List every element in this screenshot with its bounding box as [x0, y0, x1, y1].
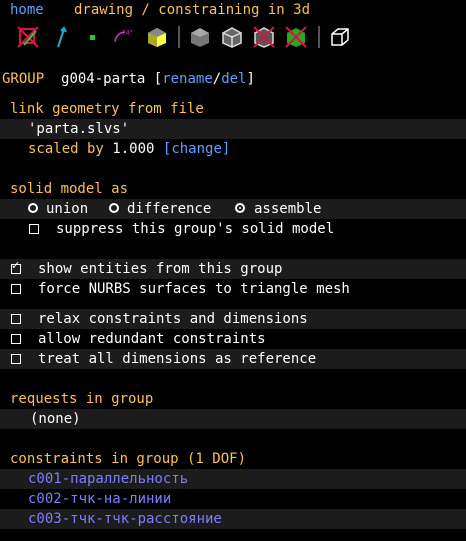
- bracket: [: [153, 71, 163, 87]
- difference-label[interactable]: difference: [127, 199, 211, 219]
- relax-checkbox[interactable]: [11, 314, 21, 324]
- link-geometry-heading: link geometry from file: [10, 101, 204, 117]
- linked-file-name: 'parta.slvs': [28, 121, 130, 137]
- angle-icon[interactable]: 74°: [112, 25, 136, 49]
- allow-redundant-label[interactable]: allow redundant constraints: [38, 329, 266, 349]
- separator: /: [212, 71, 222, 87]
- delete-link[interactable]: del: [221, 71, 246, 87]
- rename-link[interactable]: rename: [162, 71, 213, 87]
- shaded-icon[interactable]: [145, 25, 169, 49]
- scale-row: scaled by 1.000 [change]: [28, 139, 230, 159]
- points-icon[interactable]: [82, 25, 106, 49]
- union-label[interactable]: union: [46, 199, 88, 219]
- treat-reference-checkbox[interactable]: [11, 354, 21, 364]
- group-header: GROUP g004-parta [rename/del]: [2, 69, 255, 89]
- normals-icon[interactable]: [50, 25, 74, 49]
- constraints-heading: constraints in group (1 DOF): [10, 451, 247, 467]
- constraint-item[interactable]: c003-тчк-тчк-расстояние: [28, 509, 222, 529]
- difference-radio[interactable]: [109, 203, 119, 213]
- suppress-solid-label[interactable]: suppress this group's solid model: [56, 219, 334, 239]
- breadcrumb: drawing / constraining in 3d: [74, 2, 311, 18]
- home-link[interactable]: home: [10, 0, 44, 20]
- requests-heading: requests in group: [10, 391, 154, 407]
- outlines-icon[interactable]: [220, 25, 244, 49]
- union-radio[interactable]: [28, 203, 38, 213]
- constraint-item[interactable]: c001-параллельность: [28, 469, 188, 489]
- constraint-item[interactable]: c002-тчк-на-линии: [28, 489, 171, 509]
- angle-label: 74°: [122, 29, 133, 37]
- perspective-icon[interactable]: [328, 25, 352, 49]
- assemble-radio[interactable]: [235, 203, 245, 213]
- change-scale-link[interactable]: [change]: [163, 141, 230, 157]
- toolbar: 74°: [0, 22, 466, 52]
- hidden-lines-icon[interactable]: [252, 25, 276, 49]
- toolbar-separator: [318, 26, 320, 48]
- solid-options-row: union difference assemble: [0, 199, 466, 219]
- mesh-icon[interactable]: [284, 25, 308, 49]
- requests-none: (none): [30, 411, 81, 427]
- toolbar-separator: [178, 26, 180, 48]
- bracket: ]: [246, 71, 255, 87]
- show-entities-label[interactable]: show entities from this group: [38, 259, 282, 279]
- edges-icon[interactable]: [188, 25, 212, 49]
- force-nurbs-checkbox[interactable]: [11, 284, 21, 294]
- force-nurbs-label[interactable]: force NURBS surfaces to triangle mesh: [38, 279, 350, 299]
- scaled-by-label: scaled by: [28, 141, 104, 157]
- assemble-label[interactable]: assemble: [254, 199, 321, 219]
- group-name: g004-parta: [61, 71, 146, 87]
- relax-label[interactable]: relax constraints and dimensions: [38, 309, 308, 329]
- group-label: GROUP: [2, 71, 45, 87]
- suppress-solid-checkbox[interactable]: [29, 224, 39, 234]
- hide-construction-icon[interactable]: [16, 25, 40, 49]
- scale-value: 1.000: [112, 141, 155, 157]
- show-entities-checkbox[interactable]: [11, 259, 21, 274]
- solid-model-heading: solid model as: [10, 181, 129, 197]
- treat-reference-label[interactable]: treat all dimensions as reference: [38, 349, 316, 369]
- allow-redundant-checkbox[interactable]: [11, 334, 21, 344]
